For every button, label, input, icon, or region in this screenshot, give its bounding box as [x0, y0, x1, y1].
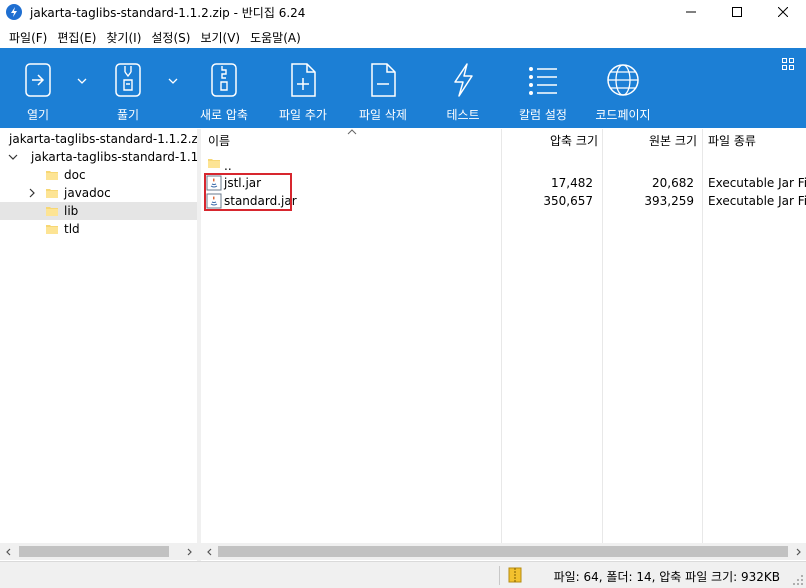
add-file-label: 파일 추가	[279, 108, 327, 122]
menu-help[interactable]: 도움말(A)	[245, 29, 306, 46]
status-bar: 파일: 64, 폴더: 14, 압축 파일 크기: 932KB	[0, 561, 806, 588]
delete-file-label: 파일 삭제	[359, 108, 407, 122]
status-text: 파일: 64, 폴더: 14, 압축 파일 크기: 932KB	[553, 570, 780, 584]
column-header-original[interactable]: 원본 크기	[603, 129, 697, 151]
tree-item-folder[interactable]: jakarta-taglibs-standard-1.1.2	[0, 148, 197, 166]
tree-item-javadoc[interactable]: javadoc	[0, 184, 197, 202]
folder-icon	[46, 171, 58, 180]
add-file-button[interactable]: 파일 추가	[274, 48, 332, 128]
column-settings-label: 칼럼 설정	[519, 108, 567, 122]
tree-horizontal-scrollbar[interactable]	[0, 543, 197, 560]
folder-icon	[46, 225, 58, 234]
open-dropdown-chevron-icon[interactable]	[77, 76, 87, 86]
chevron-right-icon	[796, 548, 801, 555]
open-label: 열기	[26, 108, 50, 122]
maximize-icon	[732, 7, 742, 17]
extract-label: 풀기	[116, 108, 140, 122]
folder-icon	[208, 159, 220, 168]
extract-dropdown-chevron-icon[interactable]	[168, 76, 178, 86]
open-button[interactable]: 열기	[16, 48, 60, 128]
chevron-right-icon	[187, 548, 192, 555]
folder-icon	[46, 207, 58, 216]
globe-icon	[607, 64, 639, 96]
extract-zipper-icon	[115, 63, 141, 97]
column-settings-button[interactable]: 칼럼 설정	[514, 48, 572, 128]
chevron-left-icon	[5, 548, 10, 555]
file-list: 이름 압축 크기 원본 크기 파일 종류 .. jstl.jar 17,482 …	[201, 129, 806, 543]
folder-icon	[46, 189, 58, 198]
minimize-icon	[686, 11, 696, 13]
tree-item-tld[interactable]: tld	[0, 220, 197, 238]
tree-item-lib[interactable]: lib	[0, 202, 197, 220]
chevron-right-icon[interactable]	[27, 188, 37, 198]
scroll-right-arrow[interactable]	[180, 543, 197, 560]
lightning-icon	[454, 63, 473, 97]
menu-bar: 파일(F) 편집(E) 찾기(I) 설정(S) 보기(V) 도움말(A)	[0, 27, 806, 47]
toolbar: 열기 풀기 새로 압축 파일 추가 파일 삭제 테스트 칼럼 설정 코드페이지	[0, 48, 806, 128]
test-button[interactable]: 테스트	[440, 48, 486, 128]
list-horizontal-scrollbar[interactable]	[201, 543, 806, 560]
menu-view[interactable]: 보기(V)	[195, 29, 245, 46]
scroll-left-arrow[interactable]	[0, 543, 17, 560]
add-file-icon	[291, 63, 316, 97]
open-archive-icon	[25, 63, 51, 97]
archive-status-icon	[508, 567, 522, 583]
tree-item-root[interactable]: ZIP jakarta-taglibs-standard-1.1.2.zip	[0, 130, 197, 148]
delete-file-icon	[371, 63, 396, 97]
close-button[interactable]	[760, 0, 806, 24]
scrollbar-thumb[interactable]	[218, 546, 788, 557]
codepage-button[interactable]: 코드페이지	[592, 48, 654, 128]
scroll-left-arrow[interactable]	[201, 543, 218, 560]
title-bar: jakarta-taglibs-standard-1.1.2.zip - 반디집…	[0, 0, 806, 24]
scrollbar-thumb[interactable]	[19, 546, 169, 557]
delete-file-button[interactable]: 파일 삭제	[354, 48, 412, 128]
menu-settings[interactable]: 설정(S)	[146, 29, 195, 46]
chevron-left-icon	[206, 548, 211, 555]
tree-item-doc[interactable]: doc	[0, 166, 197, 184]
menu-find[interactable]: 찾기(I)	[101, 29, 146, 46]
sort-ascending-icon	[347, 129, 357, 135]
column-header-name[interactable]: 이름	[208, 129, 230, 151]
column-header-type[interactable]: 파일 종류	[708, 129, 756, 151]
window-title: jakarta-taglibs-standard-1.1.2.zip - 반디집…	[30, 5, 306, 20]
test-label: 테스트	[446, 108, 480, 122]
resize-grip-icon[interactable]	[792, 574, 804, 586]
menu-edit[interactable]: 편집(E)	[52, 29, 101, 46]
close-icon	[778, 7, 788, 17]
scroll-right-arrow[interactable]	[789, 543, 806, 560]
chevron-down-icon[interactable]	[8, 152, 18, 162]
column-header-compressed[interactable]: 압축 크기	[502, 129, 598, 151]
bandizip-app-icon	[6, 4, 22, 20]
view-grid-icon[interactable]	[782, 58, 794, 70]
status-divider	[499, 566, 500, 585]
new-archive-icon	[211, 63, 237, 97]
highlight-annotation-box	[204, 173, 292, 211]
extract-button[interactable]: 풀기	[106, 48, 150, 128]
list-columns-icon	[529, 67, 557, 95]
new-archive-button[interactable]: 새로 압축	[196, 48, 252, 128]
list-item-parent[interactable]: ..	[201, 154, 806, 173]
new-archive-label: 새로 압축	[200, 108, 248, 122]
maximize-button[interactable]	[714, 0, 760, 24]
minimize-button[interactable]	[668, 0, 714, 24]
codepage-label: 코드페이지	[595, 108, 651, 122]
menu-file[interactable]: 파일(F)	[4, 29, 52, 46]
folder-tree: ZIP jakarta-taglibs-standard-1.1.2.zip j…	[0, 129, 197, 543]
